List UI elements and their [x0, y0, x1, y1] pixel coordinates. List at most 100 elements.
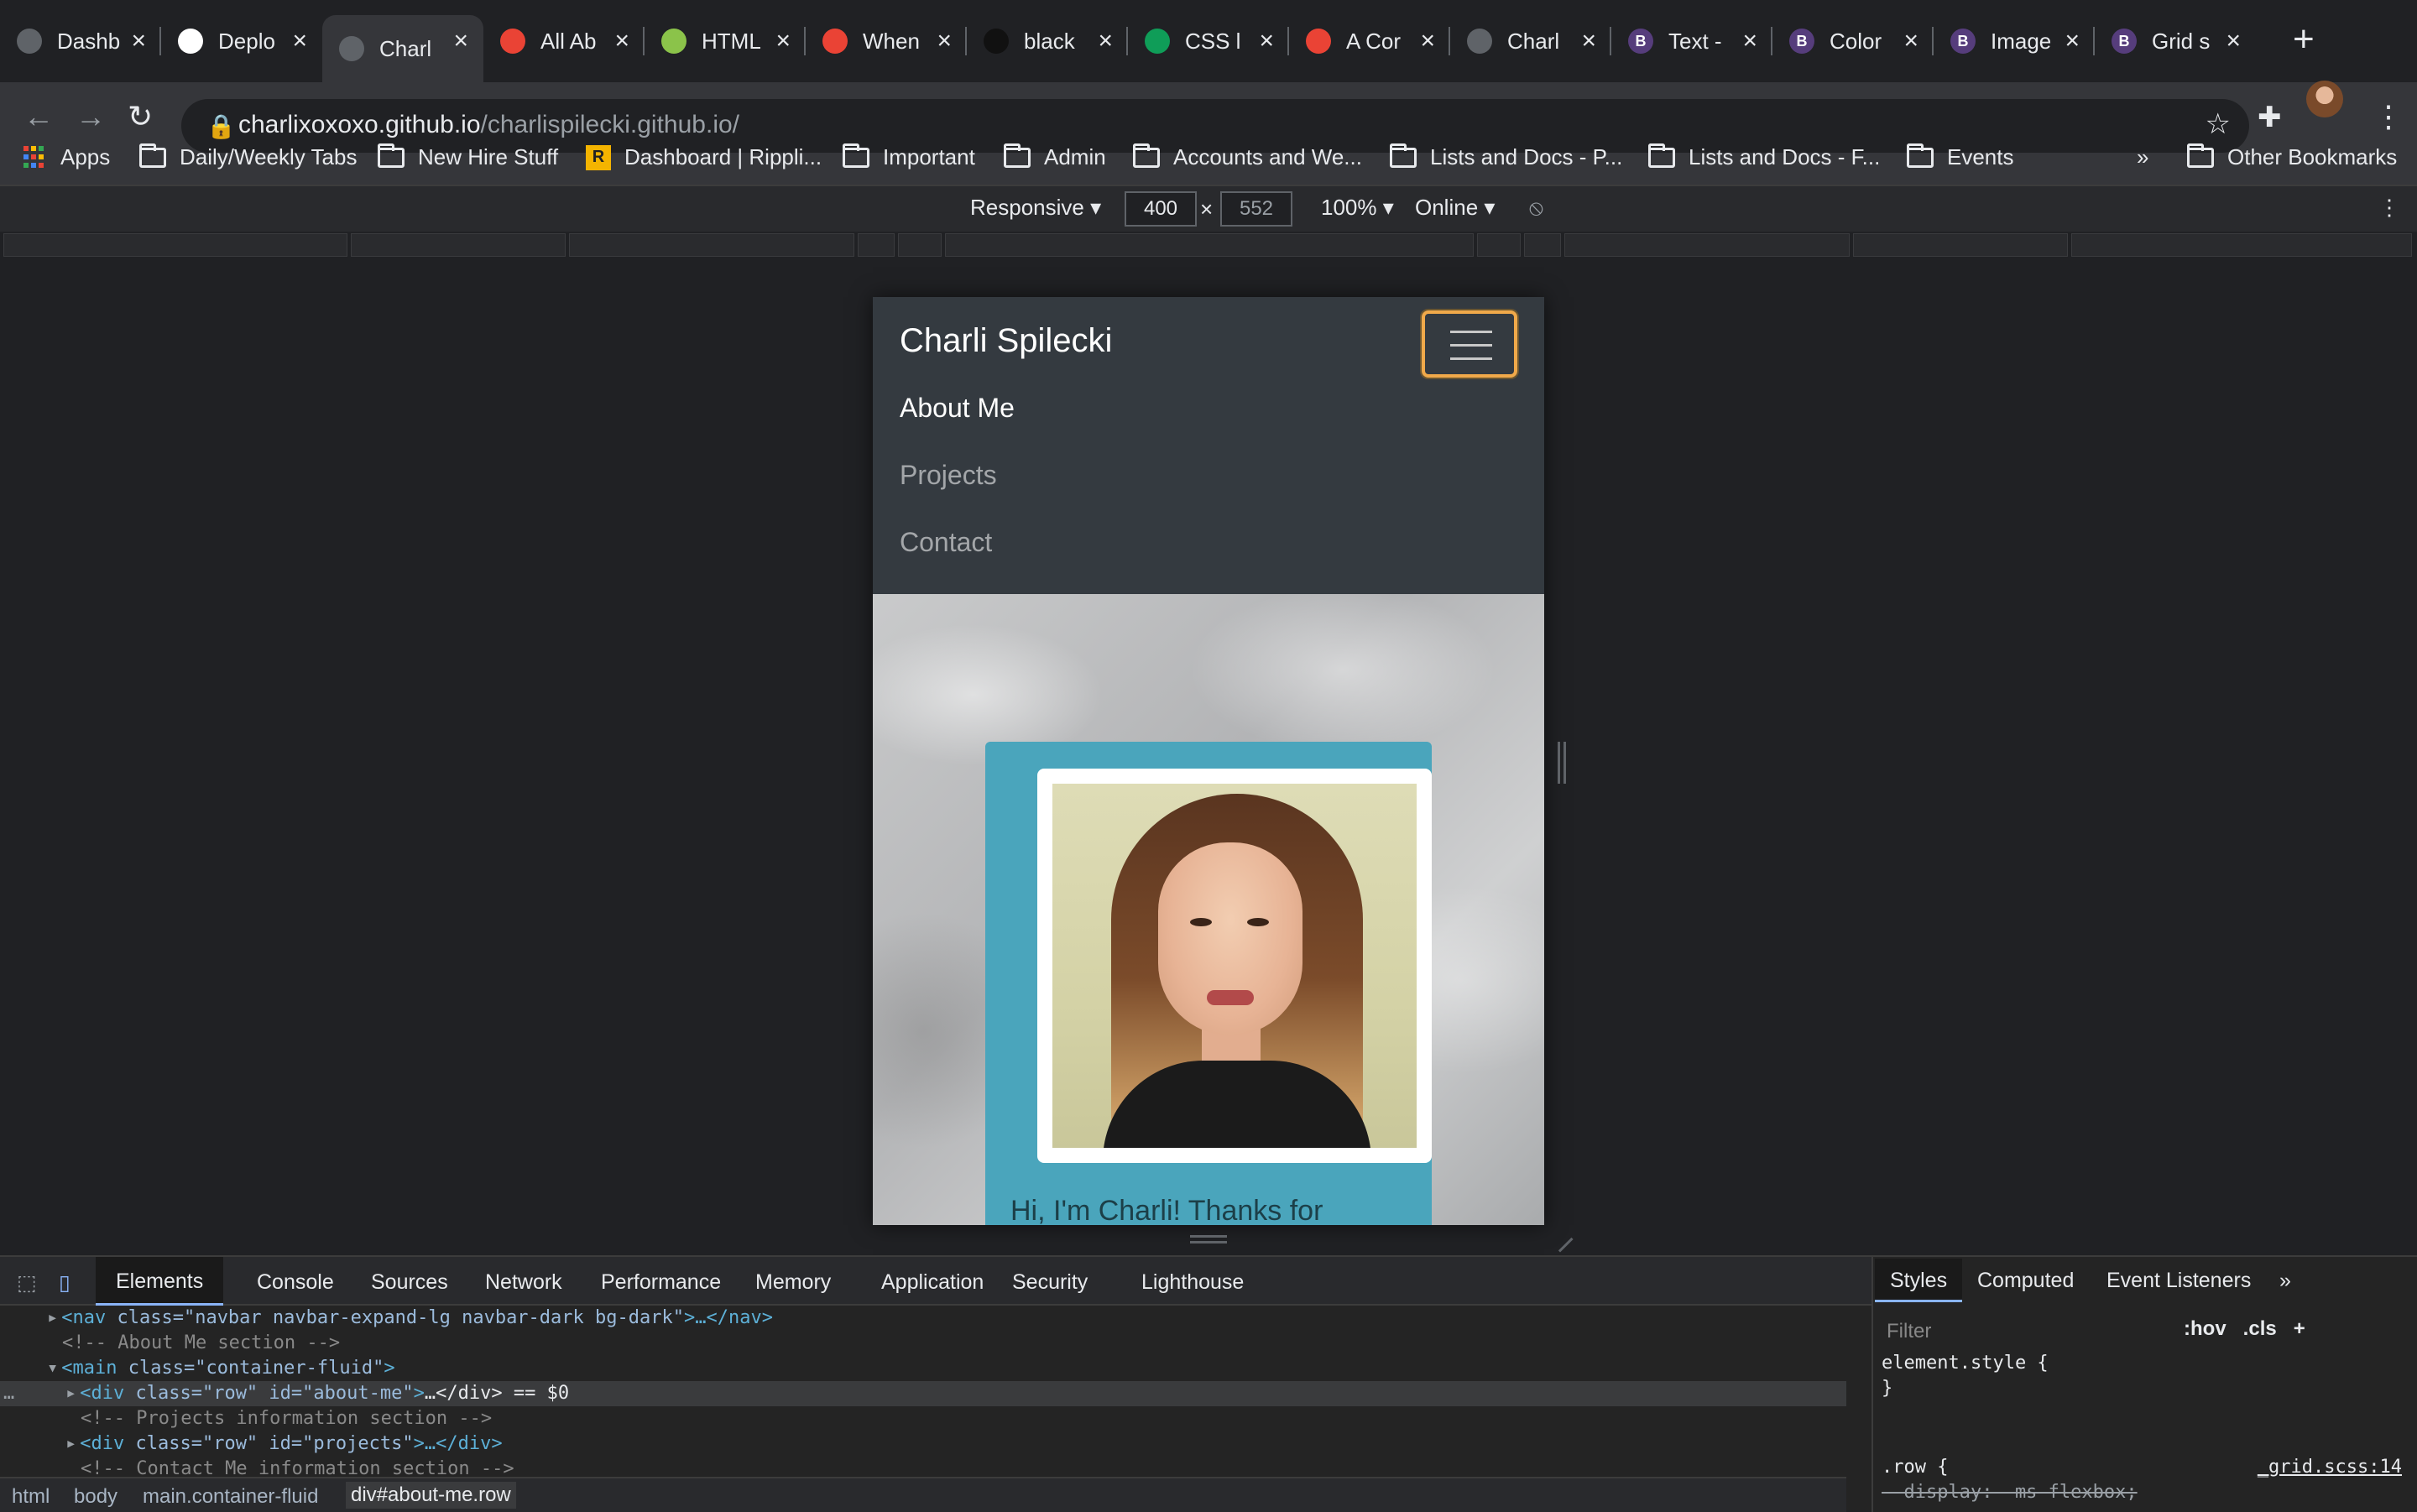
dom-node-line[interactable]: <!-- About Me section -->	[0, 1331, 1846, 1356]
bookmark-item[interactable]: Accounts and We...	[1133, 143, 1362, 170]
viewport-resize-handle[interactable]	[1190, 1235, 1227, 1243]
styles-tab[interactable]: »	[2279, 1269, 2291, 1293]
browser-tab[interactable]: Deplo ×	[161, 15, 322, 67]
device-more-icon[interactable]: ⋮	[2378, 195, 2400, 221]
dom-node-line[interactable]: … ▸ <div class="row" id="about-me">…</div>…	[0, 1381, 1846, 1406]
viewport-resize-corner[interactable]	[1547, 1226, 1574, 1253]
close-tab-icon[interactable]: ×	[453, 27, 468, 55]
bookmark-item[interactable]: Lists and Docs - P...	[1390, 143, 1622, 170]
site-brand[interactable]: Charli Spilecki	[900, 322, 1112, 360]
browser-tab[interactable]: Dashb ×	[0, 15, 161, 67]
expand-arrow-icon[interactable]: ▸	[65, 1383, 76, 1404]
browser-tab[interactable]: CSS l ×	[1128, 15, 1289, 67]
breadcrumb-item[interactable]: div#about-me.row	[346, 1482, 516, 1509]
profile-avatar[interactable]	[2306, 81, 2343, 117]
styles-filter-button[interactable]: .cls	[2243, 1317, 2277, 1340]
devtools-tab-elements[interactable]: Elements	[96, 1257, 224, 1306]
breadcrumb-item[interactable]: body	[74, 1485, 117, 1509]
dom-node-line[interactable]: ▸ <nav class="navbar navbar-expand-lg nav…	[0, 1306, 1846, 1331]
close-tab-icon[interactable]: ×	[937, 27, 952, 55]
close-tab-icon[interactable]: ×	[2065, 27, 2080, 55]
browser-tab[interactable]: B Text - ×	[1611, 15, 1772, 67]
devtools-tab-security[interactable]: Security	[1012, 1270, 1088, 1295]
nav-link-contact[interactable]: Contact	[900, 527, 992, 558]
chrome-menu-icon[interactable]: ⋮	[2373, 99, 2404, 134]
extensions-puzzle-icon[interactable]: ✚	[2258, 101, 2282, 134]
devtools-tab-network[interactable]: Network	[485, 1270, 562, 1295]
css-rule-line: }	[1882, 1378, 1893, 1399]
expand-arrow-icon[interactable]: ▸	[47, 1307, 58, 1328]
bookmark-item[interactable]: Lists and Docs - F...	[1648, 143, 1880, 170]
styles-filter-input[interactable]: Filter	[1880, 1316, 2174, 1348]
close-tab-icon[interactable]: ×	[1420, 27, 1435, 55]
expand-arrow-icon[interactable]: ▸	[65, 1433, 76, 1454]
navbar-toggler-button[interactable]	[1422, 310, 1517, 378]
browser-tab[interactable]: When ×	[806, 15, 967, 67]
devtools-tab-sources[interactable]: Sources	[371, 1270, 448, 1295]
bookmark-item[interactable]: Important	[843, 143, 975, 170]
dom-node-line[interactable]: ▸ <div class="row" id="projects">…</div>	[0, 1431, 1846, 1457]
node-actions-icon[interactable]: …	[3, 1381, 14, 1406]
zoom-select[interactable]: 100% ▾	[1321, 195, 1394, 221]
close-tab-icon[interactable]: ×	[775, 27, 791, 55]
close-tab-icon[interactable]: ×	[131, 27, 146, 55]
device-mode-select[interactable]: Responsive ▾	[970, 195, 1101, 221]
bookmark-item[interactable]: Admin	[1004, 143, 1106, 170]
device-toggle-icon[interactable]: ▯	[59, 1270, 70, 1296]
browser-tab[interactable]: B Color ×	[1772, 15, 1934, 67]
bookmark-star-icon[interactable]: ☆	[2206, 107, 2231, 141]
styles-filter-button[interactable]: :hov	[2184, 1317, 2226, 1340]
dom-node-line[interactable]: <!-- Projects information section -->	[0, 1406, 1846, 1431]
viewport-resize-handle-right[interactable]	[1558, 742, 1566, 784]
browser-tab[interactable]: Charl ×	[322, 15, 483, 82]
nav-link-projects[interactable]: Projects	[900, 460, 997, 491]
close-tab-icon[interactable]: ×	[1581, 27, 1596, 55]
browser-tab[interactable]: Charl ×	[1450, 15, 1611, 67]
bookmark-item[interactable]: New Hire Stuff	[378, 143, 558, 170]
close-tab-icon[interactable]: ×	[614, 27, 629, 55]
nav-link-about[interactable]: About Me	[900, 393, 1015, 424]
styles-tab[interactable]: Computed	[1977, 1269, 2074, 1293]
other-bookmarks[interactable]: Other Bookmarks	[2187, 143, 2397, 170]
new-tab-icon[interactable]: +	[2293, 18, 2315, 60]
dom-node-line[interactable]: ▾ <main class="container-fluid">	[0, 1356, 1846, 1381]
styles-tab[interactable]: Event Listeners	[2106, 1269, 2251, 1293]
close-tab-icon[interactable]: ×	[1259, 27, 1274, 55]
styles-tab[interactable]: Styles	[1875, 1259, 1963, 1302]
browser-tab[interactable]: B Grid s ×	[2095, 15, 2256, 67]
browser-tab[interactable]: black ×	[967, 15, 1128, 67]
styles-filter-button[interactable]: +	[2294, 1317, 2305, 1340]
reload-icon[interactable]: ↻	[128, 99, 153, 134]
browser-tab[interactable]: B Image ×	[1934, 15, 2095, 67]
network-throttle-select[interactable]: Online ▾	[1415, 195, 1495, 221]
back-arrow-icon[interactable]: ←	[23, 99, 54, 134]
bookmark-item[interactable]: R Dashboard | Rippli...	[586, 144, 822, 170]
browser-tab[interactable]: All Ab ×	[483, 15, 645, 67]
browser-tab[interactable]: HTML ×	[645, 15, 806, 67]
url-text[interactable]: charlixoxoxo.github.io/charlispilecki.gi…	[238, 111, 739, 139]
bookmarks-overflow-button[interactable]: »	[2137, 144, 2148, 170]
devtools-tab-performance[interactable]: Performance	[601, 1270, 721, 1295]
browser-tab[interactable]: A Cor ×	[1289, 15, 1450, 67]
bookmark-item[interactable]: Daily/Weekly Tabs	[139, 143, 357, 170]
expand-arrow-icon[interactable]: ▾	[47, 1358, 58, 1379]
forward-arrow-icon[interactable]: →	[76, 99, 106, 134]
device-width-input[interactable]: 400	[1125, 191, 1197, 227]
close-tab-icon[interactable]: ×	[1098, 27, 1113, 55]
close-tab-icon[interactable]: ×	[2226, 27, 2241, 55]
devtools-tab-memory[interactable]: Memory	[755, 1270, 831, 1295]
inspect-element-icon[interactable]: ⬚	[17, 1270, 37, 1296]
close-tab-icon[interactable]: ×	[292, 27, 307, 55]
devtools-tab-console[interactable]: Console	[257, 1270, 334, 1295]
bookmark-item[interactable]: Events	[1907, 143, 2014, 170]
css-source-link[interactable]: _grid.scss:14	[2258, 1457, 2402, 1478]
bookmark-item[interactable]: Apps	[23, 144, 110, 170]
close-tab-icon[interactable]: ×	[1742, 27, 1757, 55]
breadcrumb-item[interactable]: main.container-fluid	[143, 1485, 318, 1509]
devtools-tab-application[interactable]: Application	[881, 1270, 984, 1295]
devtools-tab-lighthouse[interactable]: Lighthouse	[1141, 1270, 1244, 1295]
rotate-icon[interactable]: ⦸	[1529, 195, 1543, 222]
breadcrumb-item[interactable]: html	[12, 1485, 50, 1509]
close-tab-icon[interactable]: ×	[1903, 27, 1918, 55]
device-height-input[interactable]: 552	[1220, 191, 1292, 227]
